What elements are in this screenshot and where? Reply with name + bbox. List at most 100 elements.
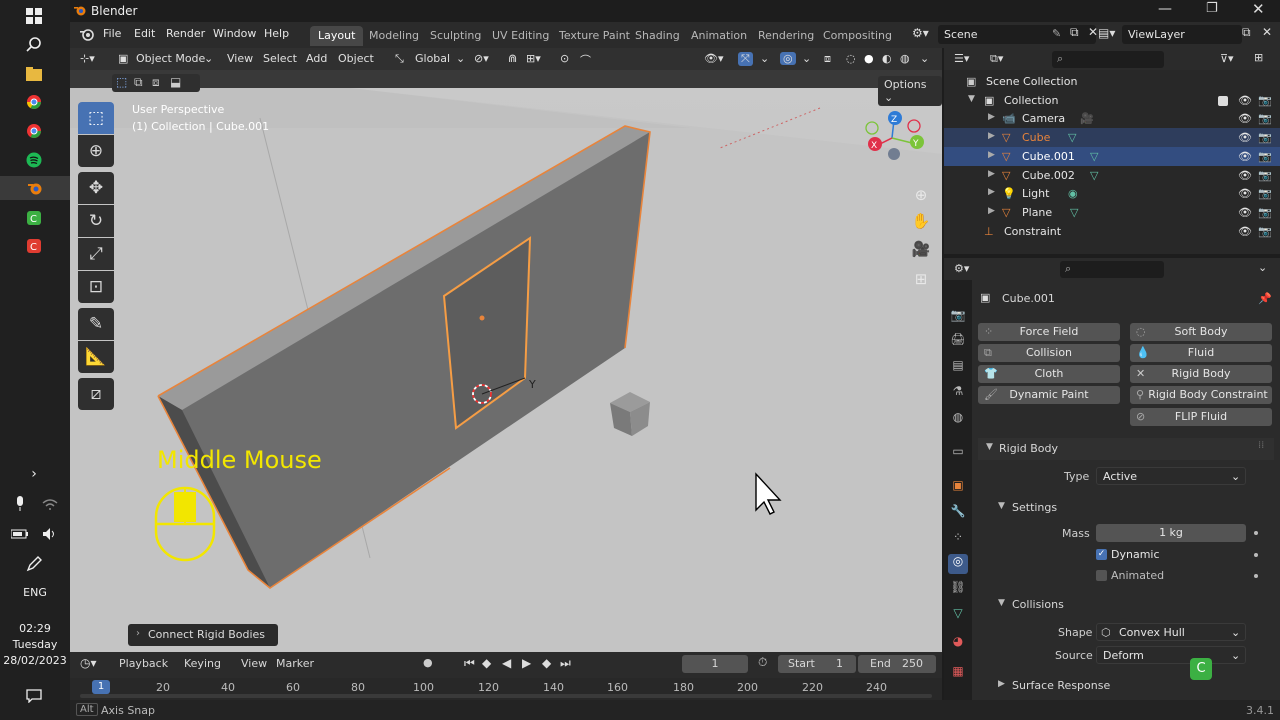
camera-data-icon[interactable]: 🎥 <box>1080 112 1094 125</box>
outliner-search-input[interactable]: ⌕ <box>1052 51 1164 68</box>
viewport-menu-object[interactable]: Object <box>338 52 374 65</box>
camera-view-icon[interactable]: 🎥 <box>908 236 934 262</box>
tab-compositing[interactable]: Compositing <box>815 26 900 46</box>
current-frame-field[interactable]: 1 <box>682 655 748 673</box>
mass-field[interactable]: 1 kg <box>1096 524 1246 542</box>
camtasia-green-icon[interactable]: C <box>22 206 46 230</box>
eye-icon[interactable]: 👁 <box>1238 225 1252 238</box>
3d-viewport[interactable]: ⊹▾ ▣ Object Mode ⌄ View Select Add Objec… <box>70 48 942 652</box>
viewport-menu-view[interactable]: View <box>227 52 253 65</box>
chevron-down-icon[interactable]: ⌄ <box>760 52 769 65</box>
spotify-icon[interactable] <box>22 148 46 172</box>
snap-icon[interactable]: ⋒ <box>508 52 517 65</box>
pin-icon[interactable]: ✎ <box>1052 27 1061 40</box>
camera-render-icon[interactable]: 📷 <box>1258 187 1272 200</box>
falloff-icon[interactable]: ⌒ <box>580 52 591 68</box>
timeline-editor-type-icon[interactable]: ◷▾ <box>80 656 97 670</box>
menu-file[interactable]: File <box>103 27 121 40</box>
file-explorer-icon[interactable] <box>22 62 46 86</box>
settings-subpanel-header[interactable]: ▼ Settings <box>988 498 1274 518</box>
chevron-right-icon[interactable]: › <box>22 462 46 486</box>
flip-fluid-button[interactable]: ⊘ FLIP Fluid <box>1130 408 1272 426</box>
play-reverse-icon[interactable]: ◀ <box>502 656 511 670</box>
outliner-item-plane[interactable]: ▶ ▽ Plane ▽ 👁 📷 <box>944 203 1280 222</box>
keyframe-dot[interactable] <box>1254 553 1258 557</box>
viewport-menu-select[interactable]: Select <box>263 52 297 65</box>
outliner-item-camera[interactable]: ▶ 📹 Camera 🎥 👁 📷 <box>944 109 1280 128</box>
animated-checkbox-row[interactable]: Animated <box>1096 568 1246 584</box>
chevron-right-icon[interactable]: ▶ <box>988 150 995 160</box>
pin-icon[interactable]: 📌 <box>1258 292 1272 305</box>
eye-icon[interactable]: 👁 <box>1238 206 1252 219</box>
dynamic-paint-button[interactable]: 🖌 Dynamic Paint <box>978 386 1120 404</box>
eye-icon[interactable]: 👁 <box>1238 131 1252 144</box>
start-frame-field[interactable]: Start 1 <box>778 655 856 673</box>
shape-dropdown[interactable]: ⬡ Convex Hull ⌄ <box>1096 623 1246 641</box>
mesh-data-icon[interactable]: ▽ <box>1090 169 1098 182</box>
keyframe-dot[interactable] <box>1254 574 1258 578</box>
collection-tab-icon[interactable]: ▭ <box>948 444 968 464</box>
camera-render-icon[interactable]: 📷 <box>1258 150 1272 163</box>
outliner-editor-type-icon[interactable]: ☰▾ <box>954 52 969 65</box>
material-tab-icon[interactable]: ◕ <box>948 634 968 654</box>
end-frame-field[interactable]: End 250 <box>858 655 936 673</box>
timeline-ruler[interactable]: 1 20 40 60 80 100 120 140 160 180 200 22… <box>70 678 942 700</box>
snap-target-icon[interactable]: ⊞▾ <box>526 52 541 65</box>
type-dropdown[interactable]: Active ⌄ <box>1096 467 1246 485</box>
view-layer-icon[interactable]: ▤▾ <box>1098 26 1115 40</box>
overlays-toggle-icon[interactable]: ◎ <box>780 52 796 65</box>
select-box-tool[interactable]: ⬚ <box>78 102 114 134</box>
chevron-down-icon[interactable]: ⌄ <box>802 52 811 65</box>
jump-to-end-icon[interactable]: ⏭ <box>560 656 571 671</box>
tab-texture-paint[interactable]: Texture Paint <box>551 26 638 46</box>
camera-render-icon[interactable]: 📷 <box>1258 94 1272 107</box>
eye-icon[interactable]: 👁 <box>1238 150 1252 163</box>
pivot-icon[interactable]: ⊘▾ <box>474 52 489 65</box>
tab-shading[interactable]: Shading <box>627 26 688 46</box>
play-icon[interactable]: ▶ <box>522 656 531 670</box>
timeline-menu-view[interactable]: View <box>241 657 267 670</box>
mesh-data-icon[interactable]: ▽ <box>1068 131 1076 144</box>
material-shading-icon[interactable]: ◐ <box>882 52 892 65</box>
tab-rendering[interactable]: Rendering <box>750 26 822 46</box>
volume-icon[interactable] <box>38 522 62 546</box>
scene-selector-icon[interactable]: ⚙▾ <box>912 26 929 40</box>
record-keyframe-icon[interactable]: ● <box>423 656 433 669</box>
eye-icon[interactable]: 👁 <box>1238 187 1252 200</box>
camera-render-icon[interactable]: 📷 <box>1258 169 1272 182</box>
measure-tool[interactable]: 📐 <box>78 341 114 373</box>
rigid-body-panel-header[interactable]: ▼ Rigid Body ⁞⁞ <box>978 438 1274 460</box>
view-layer-field[interactable]: ViewLayer <box>1122 25 1242 44</box>
selection-mode-buttons[interactable]: ⬚ ⧉ ⧈ ⬓ <box>112 74 200 92</box>
tab-layout[interactable]: Layout <box>310 26 364 46</box>
fluid-button[interactable]: 💧 Fluid <box>1130 344 1272 362</box>
camera-render-icon[interactable]: 📷 <box>1258 206 1272 219</box>
delete-scene-icon[interactable]: ✕ <box>1088 25 1098 39</box>
menu-edit[interactable]: Edit <box>134 27 155 40</box>
properties-search-input[interactable]: ⌕ <box>1060 261 1164 278</box>
eye-icon[interactable]: 👁 <box>1238 112 1252 125</box>
surface-response-subpanel-header[interactable]: ▶ Surface Response <box>988 676 1274 696</box>
search-icon[interactable] <box>22 32 46 56</box>
camera-render-icon[interactable]: 📷 <box>1258 131 1272 144</box>
windows-start-icon[interactable] <box>22 4 46 28</box>
timeline-menu-marker[interactable]: Marker <box>276 657 314 670</box>
transform-tool[interactable]: ⊡ <box>78 271 114 303</box>
eye-icon[interactable]: 👁 <box>1238 169 1252 182</box>
pen-icon[interactable] <box>22 552 46 576</box>
new-scene-icon[interactable]: ⧉ <box>1070 25 1079 40</box>
collision-button[interactable]: ⧉ Collision <box>978 344 1120 362</box>
outliner-item-cube-001[interactable]: ▶ ▽ Cube.001 ▽ 👁 📷 <box>944 147 1280 166</box>
add-cube-tool[interactable]: ⧄ <box>78 378 114 410</box>
rendered-shading-icon[interactable]: ◍ <box>900 52 910 65</box>
blender-taskbar-icon[interactable] <box>0 176 70 200</box>
source-dropdown[interactable]: Deform ⌄ <box>1096 646 1246 664</box>
visibility-icon[interactable]: 👁▾ <box>704 52 724 65</box>
mode-dropdown[interactable]: Object Mode <box>136 52 205 65</box>
animated-checkbox[interactable] <box>1096 570 1107 581</box>
chevron-right-icon[interactable]: ▶ <box>988 187 995 197</box>
chrome-profile-icon[interactable] <box>22 119 46 143</box>
microphone-icon[interactable] <box>8 492 32 516</box>
chevron-right-icon[interactable]: ▶ <box>988 206 995 216</box>
delete-view-layer-icon[interactable]: ✕ <box>1262 25 1272 39</box>
